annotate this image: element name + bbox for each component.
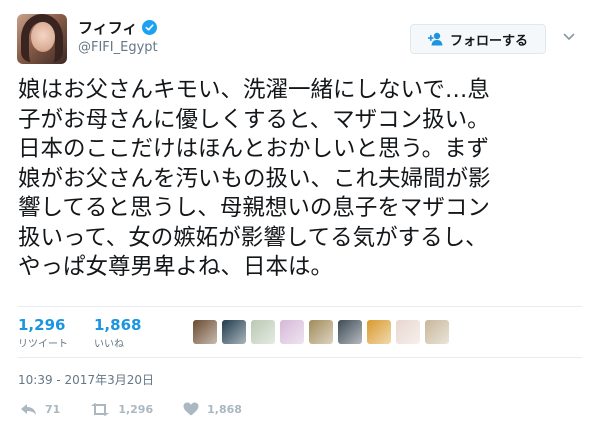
user-info: フィフィ @FIFI_Egypt [78,17,158,56]
divider [18,357,582,358]
liker-avatar[interactable] [251,320,275,344]
avatar-face [31,22,55,52]
follow-button[interactable]: フォローする [410,24,546,54]
retweet-stat[interactable]: 1,296 リツイート [18,316,68,350]
like-stat-label: いいね [94,339,124,350]
add-user-icon [427,32,444,46]
like-stat[interactable]: 1,868 いいね [94,316,141,350]
divider [18,306,582,307]
liker-avatar[interactable] [425,320,449,344]
follow-button-label: フォローする [449,33,528,49]
liker-avatar[interactable] [280,320,304,344]
tweet-line: 日本のここだけはほんとおかしいと思う。まず [18,136,490,162]
liker-avatar[interactable] [338,320,362,344]
retweet-count: 1,296 [118,402,154,416]
tweet-line: 娘はお父さんキモい、洗濯一緒にしないで…息 [18,77,490,103]
retweet-button[interactable]: 1,296 [90,402,154,416]
like-stat-value: 1,868 [94,316,142,334]
tweet-line: 娘がお父さんを汚いもの扱い、これ夫婦間が影 [18,165,491,192]
reply-icon [21,403,36,415]
liker-avatar[interactable] [193,320,217,344]
like-button[interactable]: 1,868 [183,402,242,416]
liker-avatars [193,320,449,344]
chevron-down-icon[interactable] [562,30,576,44]
tweet-actions: 71 1,296 1,868 [20,402,272,416]
verified-badge-icon [142,19,158,35]
tweet-line: 子がお母さんに優しくすると、マザコン扱い。 [18,106,490,133]
reply-count: 71 [45,402,61,416]
tweet-line: 響してると思うし、母親想いの息子をマザコン [18,195,490,221]
tweet-stats: 1,296 リツイート 1,868 いいね [18,316,167,350]
user-handle[interactable]: @FIFI_Egypt [78,40,158,55]
tweet-text: 娘はお父さんキモい、洗濯一緒にしないで…息 子がお母さんに優しくすると、マザコン… [18,76,598,283]
heart-icon [183,402,199,416]
display-name-row[interactable]: フィフィ [78,17,158,38]
liker-avatar[interactable] [396,320,420,344]
reply-button[interactable]: 71 [20,403,60,416]
liker-avatar[interactable] [222,320,246,344]
liker-avatar[interactable] [309,320,333,344]
like-count: 1,868 [207,402,242,416]
liker-avatar[interactable] [367,320,391,344]
retweet-icon [91,402,110,416]
display-name[interactable]: フィフィ [78,17,137,38]
retweet-stat-value: 1,296 [18,316,66,334]
tweet-line: 扱いって、女の嫉妬が影響してる気がするし、 [18,224,488,251]
tweet-timestamp[interactable]: 10:39 - 2017年3月20日 [18,371,154,388]
tweet-line: やっぱ女尊男卑よね、日本は。 [18,254,334,280]
retweet-stat-label: リツイート [18,339,68,350]
avatar[interactable] [17,14,67,64]
